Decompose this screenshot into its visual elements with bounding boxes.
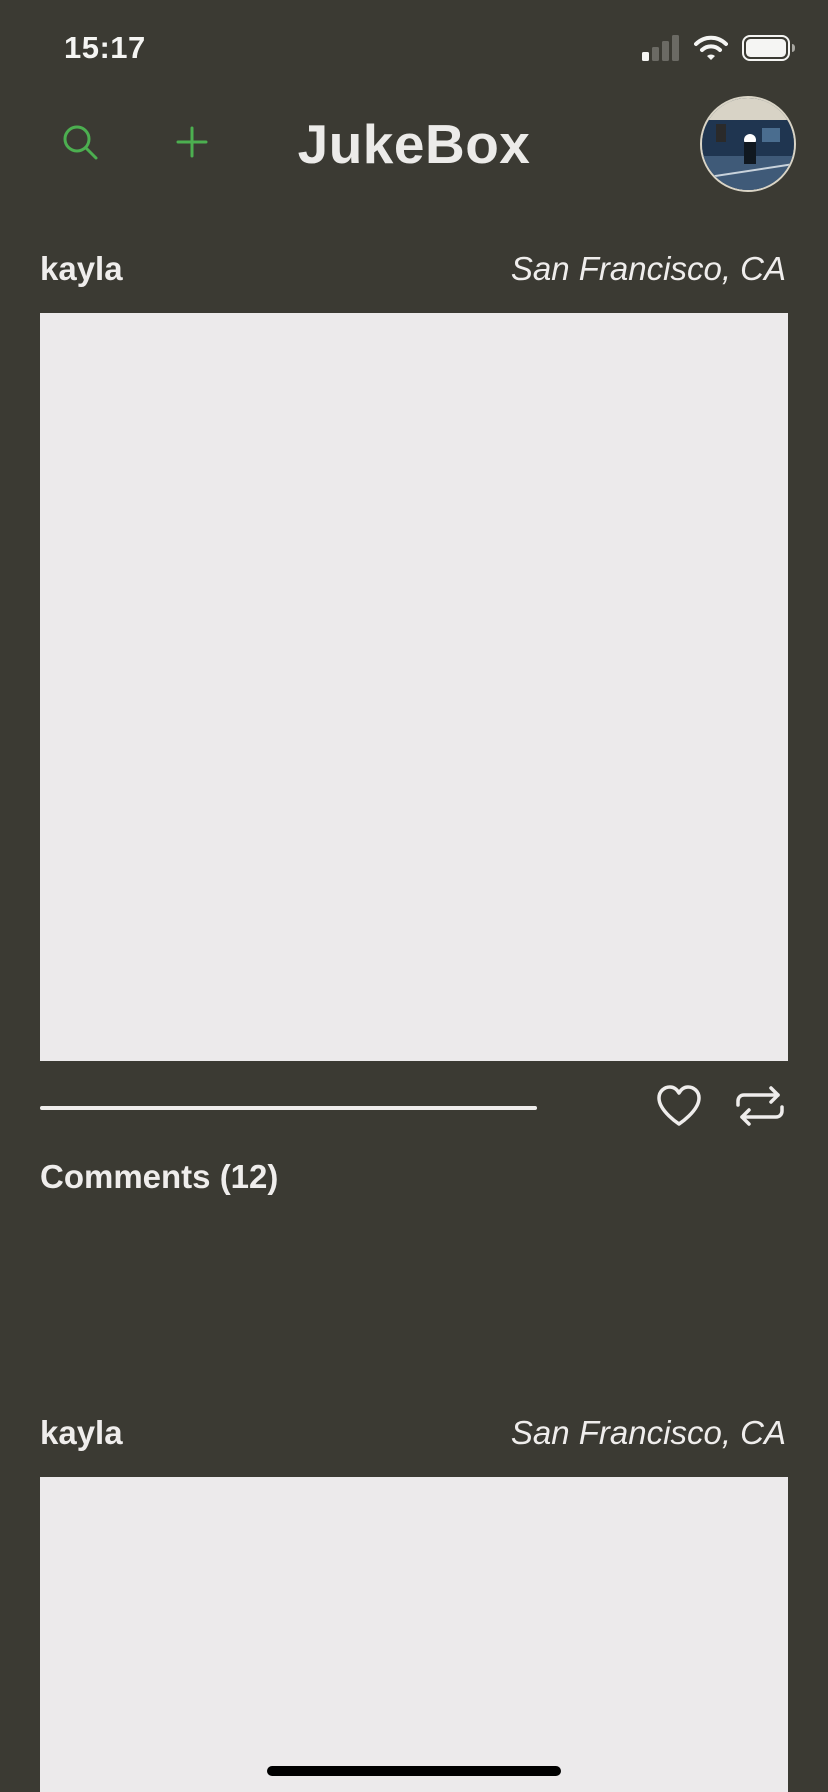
nav-bar: JukeBox [0, 92, 828, 198]
like-button[interactable] [654, 1084, 704, 1132]
post-username[interactable]: kayla [40, 1414, 123, 1452]
post-actions [40, 1078, 788, 1138]
status-bar: 15:17 [0, 0, 828, 100]
post-media[interactable] [40, 1477, 788, 1792]
status-icons [642, 34, 796, 66]
post-card: kayla San Francisco, CA Comments (12) [40, 240, 788, 1230]
profile-avatar[interactable] [700, 96, 796, 192]
post-card: kayla San Francisco, CA [40, 1404, 788, 1792]
battery-icon [742, 34, 796, 66]
wifi-icon [694, 35, 728, 66]
playback-progress-fill [40, 1106, 537, 1110]
post-location: San Francisco, CA [510, 1414, 786, 1451]
repost-button[interactable] [732, 1084, 788, 1132]
cellular-signal-icon [642, 34, 680, 66]
heart-icon [656, 1084, 702, 1132]
status-time: 15:17 [64, 30, 146, 65]
post-location: San Francisco, CA [510, 250, 786, 287]
repost-icon [734, 1085, 786, 1132]
playback-progress-bar[interactable] [40, 1106, 537, 1110]
home-indicator[interactable] [267, 1766, 561, 1776]
post-username[interactable]: kayla [40, 250, 123, 288]
post-media[interactable] [40, 313, 788, 1061]
post-header: kayla San Francisco, CA [40, 240, 788, 300]
comments-link[interactable]: Comments (12) [40, 1158, 278, 1196]
post-header: kayla San Francisco, CA [40, 1404, 788, 1464]
